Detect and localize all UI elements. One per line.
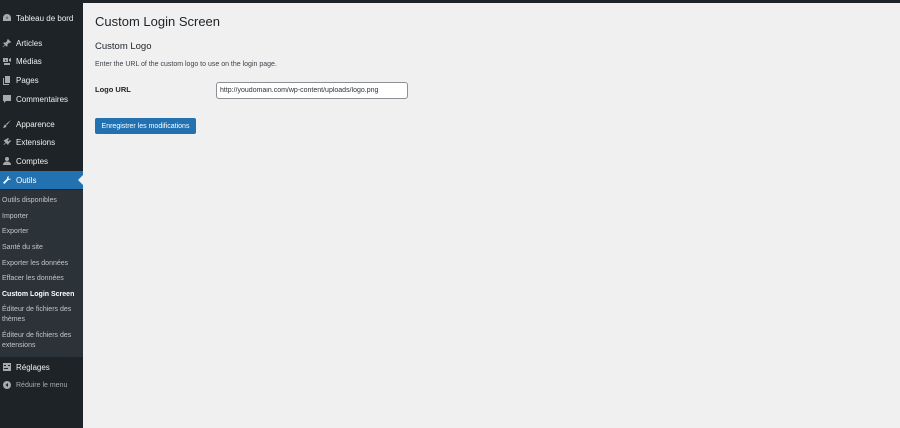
menu-item-label: Réglages bbox=[16, 362, 50, 372]
menu-item-label: Pages bbox=[16, 75, 39, 85]
menu-item-dashboard[interactable]: Tableau de bord bbox=[0, 9, 83, 27]
logo-url-input[interactable] bbox=[216, 82, 408, 99]
plugin-icon bbox=[2, 137, 12, 147]
logo-url-label: Logo URL bbox=[95, 85, 131, 94]
menu-item-pages[interactable]: Pages bbox=[0, 71, 83, 89]
submenu-item-exporter[interactable]: Exporter bbox=[2, 227, 82, 237]
menu-item-label: Tableau de bord bbox=[16, 13, 74, 23]
pin-icon bbox=[2, 38, 12, 48]
brush-icon bbox=[2, 119, 12, 129]
comment-icon bbox=[2, 94, 12, 104]
menu-item-label: Médias bbox=[16, 56, 42, 66]
menu-item-label: Réduire le menu bbox=[16, 381, 68, 389]
submenu-item-plugin-editor[interactable]: Éditeur de fichiers des extensions bbox=[2, 331, 82, 351]
menu-item-label: Extensions bbox=[16, 137, 56, 147]
menu-item-reglages[interactable]: Réglages bbox=[0, 358, 83, 376]
settings-icon bbox=[2, 362, 12, 372]
media-icon bbox=[2, 56, 12, 66]
section-title: Custom Logo bbox=[95, 41, 152, 52]
collapse-menu-button[interactable]: Réduire le menu bbox=[0, 376, 83, 394]
submenu-item-exporter-donnees[interactable]: Exporter les données bbox=[2, 259, 82, 269]
submenu-item-effacer-donnees[interactable]: Effacer les données bbox=[2, 274, 82, 284]
tools-submenu: Outils disponibles Importer Exporter San… bbox=[0, 190, 83, 357]
menu-item-label: Apparence bbox=[16, 119, 55, 129]
admin-sidebar: Tableau de bord Articles Médias Pages Co… bbox=[0, 3, 83, 428]
submenu-item-sante-du-site[interactable]: Santé du site bbox=[2, 243, 82, 253]
menu-item-extensions[interactable]: Extensions bbox=[0, 133, 83, 151]
submenu-item-theme-editor[interactable]: Éditeur de fichiers des thèmes bbox=[2, 305, 82, 325]
submenu-item-outils-disponibles[interactable]: Outils disponibles bbox=[2, 196, 82, 206]
menu-item-label: Comptes bbox=[16, 156, 49, 166]
menu-item-apparence[interactable]: Apparence bbox=[0, 115, 83, 133]
pages-icon bbox=[2, 75, 12, 85]
wrench-icon bbox=[2, 175, 12, 185]
dashboard-icon bbox=[2, 13, 12, 23]
menu-item-label: Commentaires bbox=[16, 94, 69, 104]
save-changes-button[interactable]: Enregistrer les modifications bbox=[95, 118, 196, 134]
admin-bar bbox=[0, 0, 900, 3]
menu-item-label: Outils bbox=[16, 175, 37, 185]
section-description: Enter the URL of the custom logo to use … bbox=[95, 61, 277, 68]
page-title: Custom Login Screen bbox=[95, 14, 221, 29]
menu-item-commentaires[interactable]: Commentaires bbox=[0, 90, 83, 108]
submenu-item-custom-login-screen[interactable]: Custom Login Screen bbox=[2, 290, 82, 300]
menu-item-label: Articles bbox=[16, 38, 43, 48]
menu-item-articles[interactable]: Articles bbox=[0, 34, 83, 52]
menu-item-comptes[interactable]: Comptes bbox=[0, 152, 83, 170]
menu-item-medias[interactable]: Médias bbox=[0, 52, 83, 70]
collapse-icon bbox=[2, 380, 12, 390]
menu-item-outils[interactable]: Outils bbox=[0, 171, 83, 189]
submenu-item-importer[interactable]: Importer bbox=[2, 212, 82, 222]
users-icon bbox=[2, 156, 12, 166]
